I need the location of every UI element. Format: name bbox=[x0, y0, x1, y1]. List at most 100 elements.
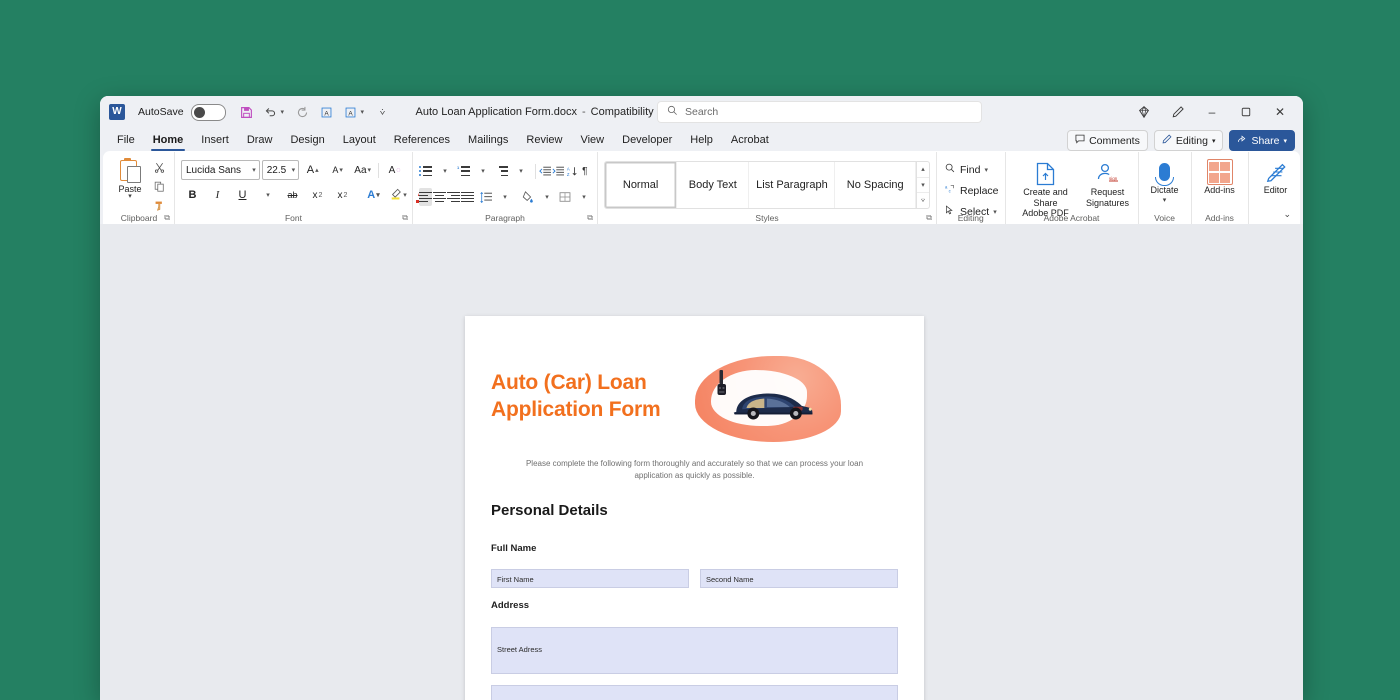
align-right-icon[interactable] bbox=[447, 188, 460, 206]
tab-help[interactable]: Help bbox=[681, 129, 722, 151]
customize-quick-access-icon[interactable]: ⩒ bbox=[372, 101, 394, 123]
clipboard-dialog-launcher-icon[interactable]: ⧉ bbox=[164, 213, 170, 223]
find-chevron-down-icon[interactable]: ▾ bbox=[984, 166, 988, 174]
share-button[interactable]: Share ▾ bbox=[1229, 130, 1295, 151]
autosave-toggle[interactable] bbox=[191, 104, 226, 121]
style-body-text[interactable]: Body Text bbox=[677, 162, 749, 208]
styles-dialog-launcher-icon[interactable]: ⧉ bbox=[926, 213, 932, 223]
text-effects-button[interactable]: A▾ bbox=[362, 186, 385, 205]
tab-developer[interactable]: Developer bbox=[613, 129, 681, 151]
close-button[interactable]: ✕ bbox=[1263, 97, 1297, 127]
accessibility-icon[interactable] bbox=[1127, 97, 1161, 127]
subscript-button[interactable]: x2 bbox=[306, 186, 329, 205]
addins-button[interactable]: Add-ins bbox=[1198, 156, 1242, 196]
share-chevron-down-icon[interactable]: ▾ bbox=[1283, 137, 1287, 145]
street-address-field[interactable]: Street Adress bbox=[491, 627, 898, 674]
shading-icon[interactable] bbox=[522, 188, 534, 206]
tab-acrobat[interactable]: Acrobat bbox=[722, 129, 778, 151]
text-chevron-down-icon[interactable]: ▾ bbox=[361, 108, 370, 116]
line-spacing-icon[interactable] bbox=[480, 188, 492, 206]
font-name-chevron-down-icon[interactable]: ▾ bbox=[252, 166, 256, 174]
tab-layout[interactable]: Layout bbox=[334, 129, 385, 151]
styles-scroll-up-icon[interactable]: ▴ bbox=[917, 162, 929, 178]
minimize-button[interactable]: – bbox=[1195, 97, 1229, 127]
styles-scroll-down-icon[interactable]: ▾ bbox=[917, 178, 929, 194]
tab-references[interactable]: References bbox=[385, 129, 459, 151]
text-a-icon[interactable]: A bbox=[316, 101, 338, 123]
show-marks-icon[interactable]: ¶ bbox=[579, 162, 591, 180]
street-address-second-line-field[interactable]: Street Adress Second Line bbox=[491, 685, 898, 700]
tab-view[interactable]: View bbox=[571, 129, 613, 151]
strikethrough-button[interactable]: ab bbox=[281, 186, 304, 205]
justify-icon[interactable] bbox=[461, 188, 474, 206]
save-icon[interactable] bbox=[236, 101, 258, 123]
font-name-combobox[interactable]: Lucida Sans ▾ bbox=[181, 160, 260, 180]
font-size-combobox[interactable]: 22.5 ▾ bbox=[262, 160, 299, 180]
redo-icon[interactable] bbox=[292, 101, 314, 123]
tab-draw[interactable]: Draw bbox=[238, 129, 282, 151]
shrink-font-button[interactable]: A▾ bbox=[326, 161, 349, 180]
tab-review[interactable]: Review bbox=[517, 129, 571, 151]
styles-more-icon[interactable]: ⩒ bbox=[917, 193, 929, 208]
styles-gallery-scroll[interactable]: ▴ ▾ ⩒ bbox=[916, 162, 929, 208]
tab-mailings[interactable]: Mailings bbox=[459, 129, 517, 151]
multilevel-list-icon[interactable] bbox=[495, 162, 508, 180]
paste-chevron-down-icon[interactable]: ▾ bbox=[128, 194, 132, 200]
request-signatures-button[interactable]: sign Request Signatures bbox=[1084, 158, 1132, 208]
italic-button[interactable]: I bbox=[206, 186, 229, 205]
superscript-button[interactable]: x2 bbox=[331, 186, 354, 205]
tab-design[interactable]: Design bbox=[281, 129, 333, 151]
tab-insert[interactable]: Insert bbox=[192, 129, 238, 151]
borders-icon[interactable] bbox=[559, 188, 571, 206]
undo-chevron-down-icon[interactable]: ▾ bbox=[281, 108, 290, 116]
decrease-indent-icon[interactable] bbox=[539, 162, 551, 180]
pen-icon[interactable] bbox=[1161, 97, 1195, 127]
paragraph-dialog-launcher-icon[interactable]: ⧉ bbox=[587, 213, 593, 223]
style-normal[interactable]: Normal bbox=[605, 162, 677, 208]
underline-chevron-down-icon[interactable]: ▾ bbox=[256, 186, 279, 205]
underline-button[interactable]: U bbox=[231, 186, 254, 205]
editor-button[interactable]: Editor bbox=[1255, 156, 1297, 196]
clear-formatting-button[interactable]: A◌ bbox=[383, 161, 406, 180]
tab-file[interactable]: File bbox=[108, 129, 144, 151]
format-painter-icon[interactable] bbox=[150, 197, 168, 214]
numbering-chevron-down-icon[interactable]: ▾ bbox=[471, 162, 494, 181]
copy-icon[interactable] bbox=[150, 178, 168, 195]
search-box[interactable]: Search bbox=[657, 101, 982, 123]
undo-icon[interactable] bbox=[260, 101, 282, 123]
editing-mode-button[interactable]: Editing ▾ bbox=[1154, 130, 1224, 151]
bold-button[interactable]: B bbox=[181, 186, 204, 205]
tab-home[interactable]: Home bbox=[144, 129, 193, 151]
restore-button[interactable] bbox=[1229, 97, 1263, 127]
numbering-icon[interactable]: 1 bbox=[457, 162, 470, 180]
collapse-ribbon-icon[interactable]: ⌄ bbox=[1283, 209, 1291, 220]
shading-chevron-down-icon[interactable]: ▾ bbox=[535, 188, 558, 207]
document-canvas[interactable]: Auto (Car) Loan Application Form bbox=[100, 224, 1303, 700]
bullets-icon[interactable] bbox=[419, 162, 432, 180]
line-spacing-chevron-down-icon[interactable]: ▾ bbox=[493, 188, 516, 207]
style-no-spacing[interactable]: No Spacing bbox=[835, 162, 916, 208]
find-button[interactable]: Find ▾ bbox=[943, 160, 999, 179]
grow-font-button[interactable]: A▴ bbox=[301, 161, 324, 180]
editing-chevron-down-icon[interactable]: ▾ bbox=[1212, 137, 1216, 145]
borders-chevron-down-icon[interactable]: ▾ bbox=[572, 188, 595, 207]
font-dialog-launcher-icon[interactable]: ⧉ bbox=[402, 213, 408, 223]
paste-button[interactable]: Paste ▾ bbox=[110, 156, 150, 200]
increase-indent-icon[interactable] bbox=[552, 162, 564, 180]
cut-icon[interactable] bbox=[150, 159, 168, 176]
font-size-chevron-down-icon[interactable]: ▾ bbox=[292, 166, 296, 174]
change-case-button[interactable]: Aa▾ bbox=[351, 161, 374, 180]
document-page[interactable]: Auto (Car) Loan Application Form bbox=[465, 316, 924, 700]
multilevel-chevron-down-icon[interactable]: ▾ bbox=[509, 162, 532, 181]
comments-button[interactable]: Comments bbox=[1067, 130, 1148, 151]
align-center-icon[interactable] bbox=[433, 188, 446, 206]
create-and-share-adobe-pdf-button[interactable]: Create and Share Adobe PDF bbox=[1012, 158, 1080, 219]
bullets-chevron-down-icon[interactable]: ▾ bbox=[433, 162, 456, 181]
style-list-paragraph[interactable]: List Paragraph bbox=[749, 162, 835, 208]
text-a-icon-2[interactable]: A bbox=[340, 101, 362, 123]
dictate-chevron-down-icon[interactable]: ▾ bbox=[1163, 196, 1167, 204]
sort-icon[interactable]: AZ bbox=[565, 162, 577, 180]
dictate-button[interactable]: Dictate ▾ bbox=[1145, 156, 1185, 204]
second-name-field[interactable]: Second Name bbox=[700, 569, 898, 588]
replace-button[interactable]: ac Replace bbox=[943, 181, 999, 200]
